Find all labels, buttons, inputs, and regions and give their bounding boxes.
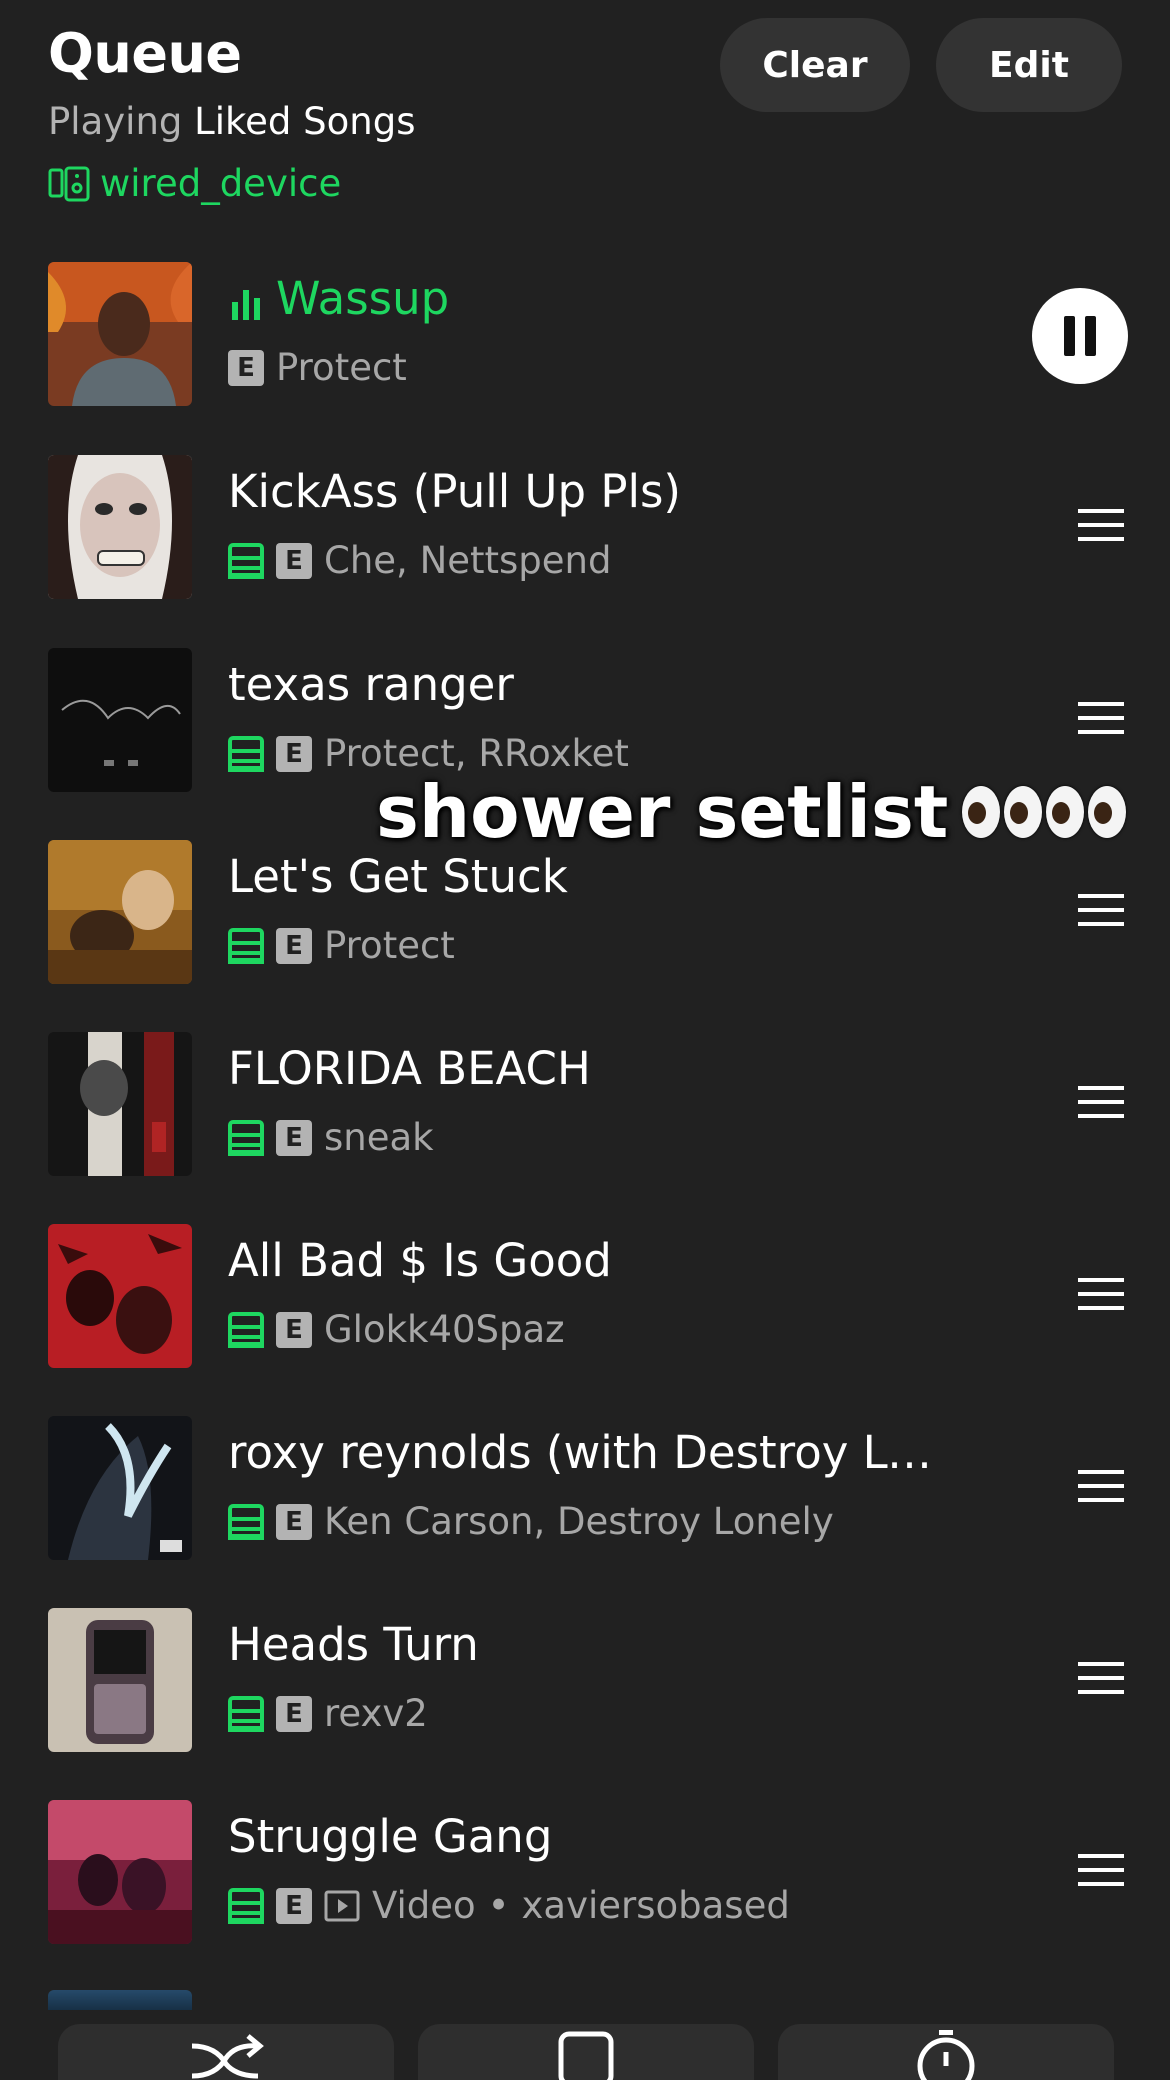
drag-handle-icon[interactable] [1078,890,1124,930]
drag-handle-icon[interactable] [1078,1274,1124,1314]
track-title: Wassup [276,272,450,325]
pause-button[interactable] [1032,288,1128,384]
context-name[interactable]: Liked Songs [194,100,415,143]
album-cover [48,1608,192,1752]
device-name: wired_device [100,162,342,205]
explicit-badge: E [276,1695,312,1732]
explicit-badge: E [276,1503,312,1540]
drag-handle-icon[interactable] [1078,1466,1124,1506]
edit-button[interactable]: Edit [936,18,1122,112]
queue-item[interactable]: roxy reynolds (with Destroy Lon... E Ken… [0,1416,1170,1560]
overlay-caption: shower setlist [376,770,1127,854]
track-title: All Bad $ Is Good [228,1234,612,1287]
downloaded-icon [228,1503,264,1540]
downloaded-icon [228,1887,264,1924]
track-artist: rexv2 [324,1692,428,1735]
queue-item[interactable]: Struggle Gang E Video • xaviersobased [0,1800,1170,1944]
track-title: FLORIDA BEACH [228,1042,591,1095]
track-artist: Ken Carson, Destroy Lonely [324,1500,834,1543]
meta-separator: • [487,1884,510,1927]
sleep-timer-icon [917,2030,975,2080]
track-meta: E sneak [228,1116,434,1159]
drag-handle-icon[interactable] [1078,1658,1124,1698]
track-artist: Protect, RRoxket [324,732,629,775]
sleep-timer-button[interactable] [778,2024,1114,2080]
drag-handle-icon[interactable] [1078,1850,1124,1890]
explicit-badge: E [276,542,312,579]
track-artist: Che, Nettspend [324,539,612,582]
explicit-badge: E [276,1119,312,1156]
drag-handle-icon[interactable] [1078,1082,1124,1122]
track-meta: E Protect [228,924,455,967]
album-cover [48,648,192,792]
album-cover [48,1800,192,1944]
track-meta: E rexv2 [228,1692,428,1735]
album-cover [48,1224,192,1368]
track-title: Heads Turn [228,1618,479,1671]
track-title: KickAss (Pull Up Pls) [228,465,681,518]
queue-item[interactable]: KickAss (Pull Up Pls) E Che, Nettspend [0,455,1170,599]
track-meta: E Protect [228,346,407,389]
downloaded-icon [228,542,264,579]
device-icon [48,166,90,201]
caption-text: shower setlist [376,770,949,854]
connected-device[interactable]: wired_device [48,162,341,205]
media-type: Video [372,1884,476,1927]
pause-icon [1064,316,1096,356]
context-prefix: Playing [48,100,183,143]
downloaded-icon [228,735,264,772]
drag-handle-icon[interactable] [1078,698,1124,738]
explicit-badge: E [276,735,312,772]
now-playing-row[interactable]: Wassup E Protect [0,262,1170,406]
album-cover [48,455,192,599]
downloaded-icon [228,1695,264,1732]
album-cover [48,1032,192,1176]
playing-context: Playing Liked Songs [48,100,416,143]
shuffle-button[interactable] [58,2024,394,2080]
track-artist: Glokk40Spaz [324,1308,565,1351]
eyes-emoji-icon [962,786,1127,838]
page-title: Queue [48,22,242,85]
next-item-peek [48,1990,192,2010]
track-title: Let's Get Stuck [228,850,568,903]
equalizer-icon [232,290,260,320]
album-cover [48,262,192,406]
queue-item[interactable]: Let's Get Stuck E Protect [0,840,1170,984]
explicit-badge: E [228,349,264,386]
explicit-badge: E [276,1311,312,1348]
track-artist: xaviersobased [521,1884,790,1927]
device-picker-icon [558,2031,614,2080]
video-icon [324,1890,360,1921]
track-artist: sneak [324,1116,434,1159]
bottom-action-bar [0,2024,1170,2080]
explicit-badge: E [276,1887,312,1924]
track-meta: E Che, Nettspend [228,539,612,582]
queue-item[interactable]: FLORIDA BEACH E sneak [0,1032,1170,1176]
downloaded-icon [228,1311,264,1348]
track-artist: Protect [324,924,455,967]
track-title: Struggle Gang [228,1810,553,1863]
track-artist: Protect [276,346,407,389]
track-title: texas ranger [228,658,514,711]
track-meta: E Glokk40Spaz [228,1308,565,1351]
track-meta: E Protect, RRoxket [228,732,629,775]
drag-handle-icon[interactable] [1078,505,1124,545]
album-cover [48,840,192,984]
downloaded-icon [228,927,264,964]
downloaded-icon [228,1119,264,1156]
track-meta: E Ken Carson, Destroy Lonely [228,1500,834,1543]
album-cover [48,1416,192,1560]
queue-screen: Queue Playing Liked Songs wired_device C… [0,0,1170,2080]
clear-button[interactable]: Clear [720,18,910,112]
queue-item[interactable]: Heads Turn E rexv2 [0,1608,1170,1752]
queue-item[interactable]: All Bad $ Is Good E Glokk40Spaz [0,1224,1170,1368]
explicit-badge: E [276,927,312,964]
track-title: roxy reynolds (with Destroy Lon... [228,1426,948,1479]
track-meta: E Video • xaviersobased [228,1884,790,1927]
shuffle-icon [191,2034,264,2079]
device-picker-button[interactable] [418,2024,754,2080]
